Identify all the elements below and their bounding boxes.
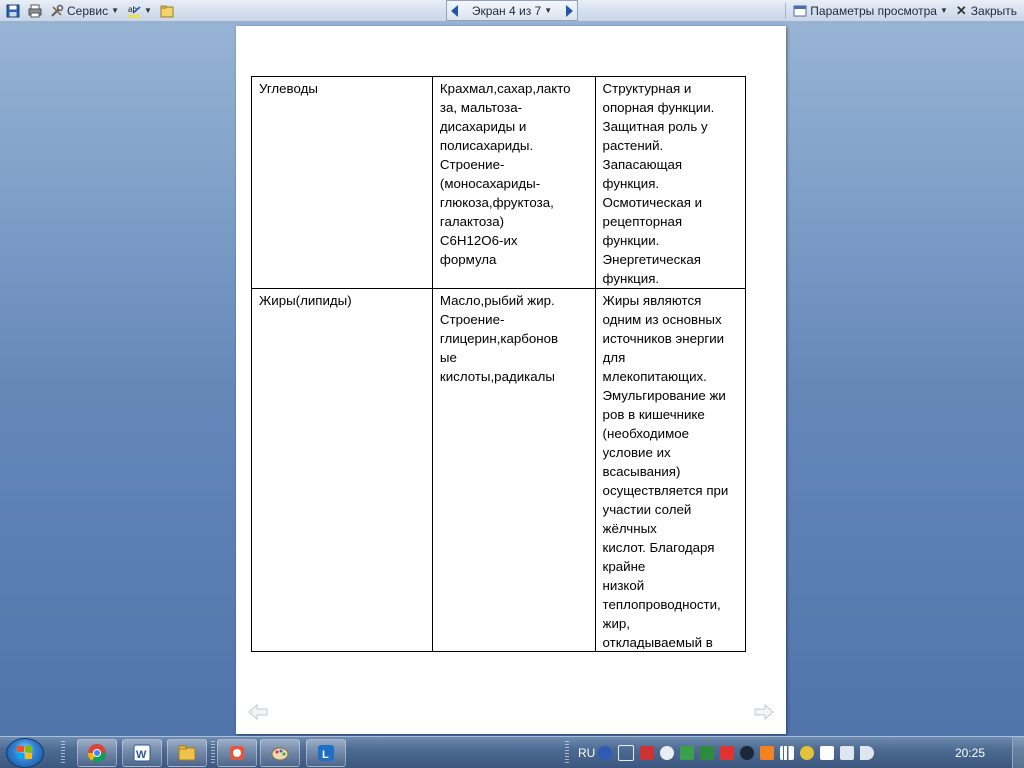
save-icon: [6, 4, 20, 17]
compound-functions: Структурная и опорная функции. Защитная …: [602, 81, 715, 286]
chevron-down-icon: ▼: [544, 6, 553, 15]
screen-indicator: Экран 4 из 7: [471, 3, 542, 18]
signal-icon[interactable]: [780, 746, 795, 760]
view-options-icon: [793, 5, 807, 16]
comment-button[interactable]: [157, 1, 177, 20]
compound-name: Жиры(липиды): [259, 293, 352, 308]
taskbar-word-button[interactable]: W: [122, 739, 162, 767]
clock-time: 20:25: [955, 746, 986, 760]
table-cell: Жиры(липиды): [251, 288, 433, 652]
toolbar-right-group: Параметры просмотра ▼ ✕ Закрыть: [781, 0, 1022, 21]
taskbar-explorer-button[interactable]: [167, 739, 207, 767]
service-menu-button[interactable]: Сервис ▼: [47, 1, 122, 20]
table-cell: Структурная и опорная функции. Защитная …: [594, 76, 747, 289]
windows-logo-icon: [17, 746, 32, 759]
shield-icon[interactable]: [720, 746, 735, 760]
system-tray: RU: [578, 738, 877, 768]
app-icon: [230, 746, 244, 760]
next-screen-icon[interactable]: [565, 4, 573, 17]
taskbar-paint-button[interactable]: [260, 739, 300, 767]
compound-examples: Масло,рыбий жир. Строение- глицерин,карб…: [439, 293, 559, 384]
next-page-arrow-icon[interactable]: [754, 704, 774, 720]
language-indicator[interactable]: RU: [578, 746, 595, 760]
toolbar-left-group: Сервис ▼ ab ▼: [3, 0, 179, 21]
svg-text:L: L: [322, 749, 329, 761]
taskbar-grip: [565, 741, 569, 765]
chevron-down-icon: ▼: [939, 6, 948, 15]
network-icon[interactable]: [800, 746, 815, 760]
word-icon: W: [133, 744, 151, 762]
table-row: Жиры(липиды) Масло,рыбий жир. Строение- …: [251, 288, 747, 652]
start-button[interactable]: [6, 738, 44, 768]
lync-icon: L: [318, 745, 334, 761]
chevron-down-icon: ▼: [144, 6, 152, 15]
screen-selector[interactable]: Экран 4 из 7 ▼: [472, 4, 552, 18]
compound-examples: Крахмал,сахар,лакто за, мальтоза- дисаха…: [439, 81, 571, 267]
content-table: Углеводы Крахмал,сахар,лакто за, мальтоз…: [251, 76, 747, 652]
view-options-label: Параметры просмотра: [810, 3, 937, 18]
taskbar-grip: [61, 741, 65, 765]
previous-screen-icon[interactable]: [451, 4, 458, 17]
screen-navigator: Экран 4 из 7 ▼: [446, 0, 578, 21]
highlight-button[interactable]: ab ▼: [124, 1, 155, 20]
taskbar-chrome-button[interactable]: [77, 739, 117, 767]
folder-icon: [178, 745, 196, 761]
download-icon[interactable]: [760, 746, 775, 760]
table-cell: Жиры являются одним из основных источник…: [594, 288, 747, 652]
view-options-button[interactable]: Параметры просмотра ▼: [790, 1, 951, 20]
chevron-down-icon: ▼: [111, 6, 120, 15]
close-icon: ✕: [955, 2, 967, 18]
mail-icon[interactable]: [660, 746, 675, 760]
close-label: Закрыть: [970, 3, 1017, 18]
volume-icon[interactable]: [860, 746, 875, 760]
antivirus-icon[interactable]: [640, 746, 655, 760]
compound-name: Углеводы: [259, 81, 318, 96]
close-button[interactable]: ✕ Закрыть: [953, 1, 1020, 20]
table-cell: Углеводы: [251, 76, 433, 289]
palette-icon: [271, 747, 289, 761]
reading-toolbar: Сервис ▼ ab ▼ Экран 4 из 7 ▼ Параметры п…: [0, 0, 1024, 22]
printer-icon: [28, 4, 42, 17]
table-row: Углеводы Крахмал,сахар,лакто за, мальтоз…: [251, 76, 747, 289]
tools-icon: [51, 4, 64, 17]
torrent-icon[interactable]: [680, 746, 695, 760]
taskbar-lync-button[interactable]: L: [306, 739, 346, 767]
clock-area[interactable]: 20:25: [955, 738, 985, 768]
save-button[interactable]: [3, 1, 23, 20]
taskbar-grip: [211, 741, 215, 765]
update-icon[interactable]: [700, 746, 715, 760]
toolbar-divider: [785, 2, 787, 19]
print-button[interactable]: [25, 1, 45, 20]
text-highlight-icon: ab: [128, 5, 141, 17]
battery-icon[interactable]: [840, 746, 855, 760]
taskbar-app-button[interactable]: [217, 739, 257, 767]
folder-note-icon: [160, 5, 174, 17]
svg-text:W: W: [136, 749, 147, 761]
steam-icon[interactable]: [740, 746, 755, 760]
previous-page-arrow-icon[interactable]: [248, 704, 268, 720]
compound-functions: Жиры являются одним из основных источник…: [602, 293, 729, 649]
help-icon[interactable]: [598, 746, 613, 760]
chrome-icon: [87, 744, 107, 763]
show-desktop-button[interactable]: [1012, 737, 1024, 768]
settings-icon[interactable]: [618, 745, 635, 761]
document-page: Углеводы Крахмал,сахар,лакто за, мальтоз…: [236, 26, 786, 734]
table-cell: Масло,рыбий жир. Строение- глицерин,карб…: [431, 288, 596, 652]
service-menu-label: Сервис: [67, 3, 109, 18]
flag-icon[interactable]: [820, 746, 835, 760]
table-cell: Крахмал,сахар,лакто за, мальтоза- дисаха…: [431, 76, 596, 289]
